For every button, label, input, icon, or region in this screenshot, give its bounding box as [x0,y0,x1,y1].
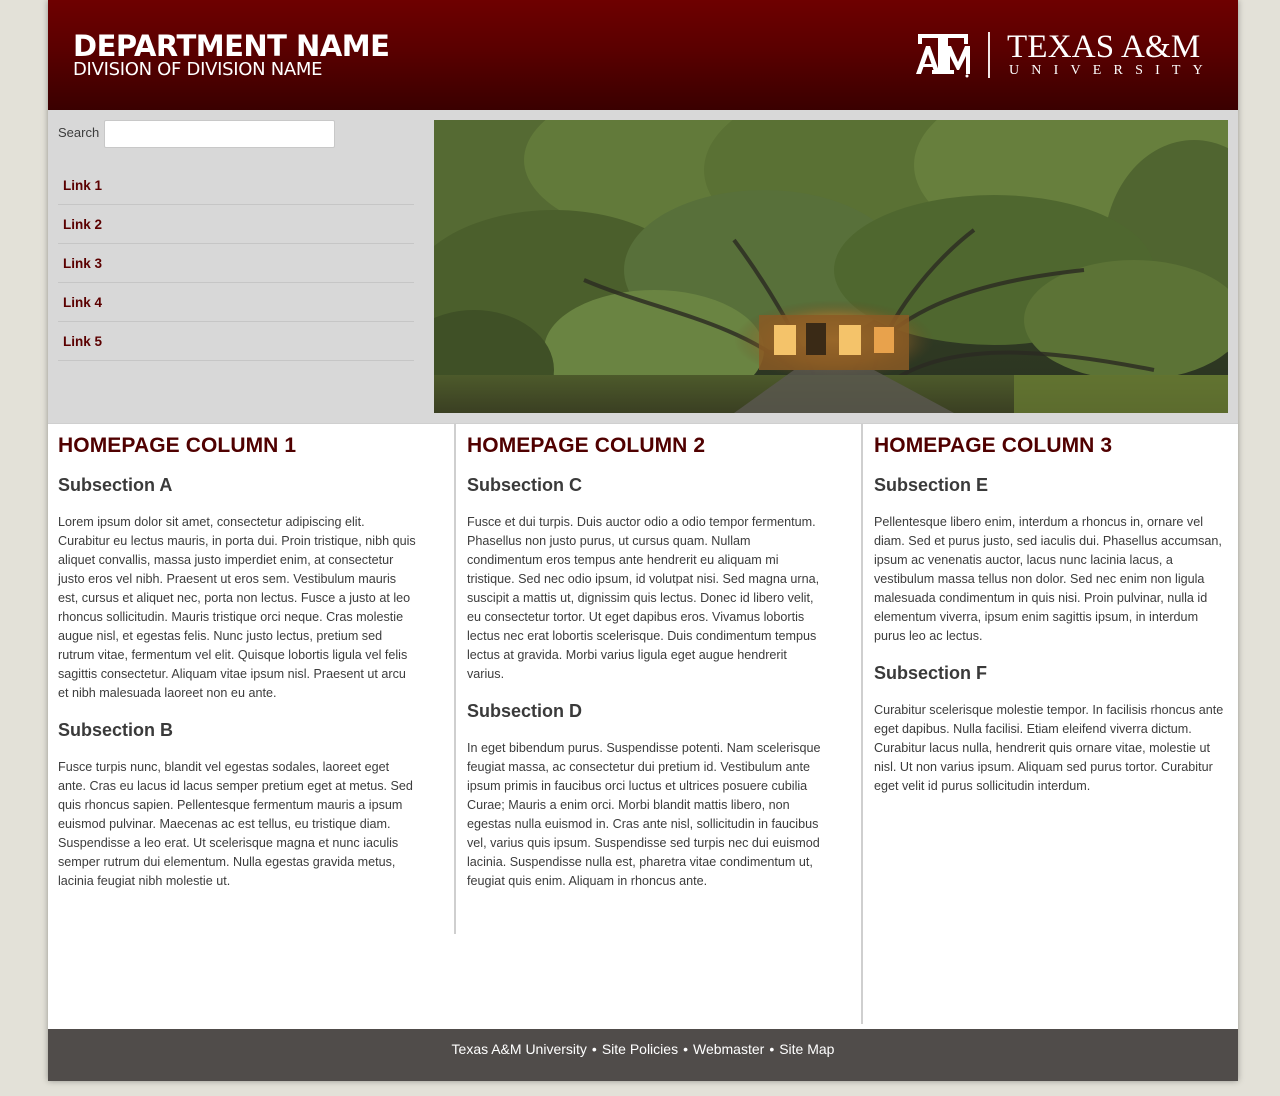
footer-separator: • [683,1041,688,1057]
division-name: DIVISION OF DIVISION NAME [73,59,323,80]
homepage-column-2: HOMEPAGE COLUMN 2 Subsection C Fusce et … [467,424,827,891]
search-label: Search [58,125,100,140]
banner-area: Search Link 1 Link 2 Link 3 Link 4 Link … [48,110,1238,424]
footer-separator: • [591,1041,597,1057]
footer-link-site-map[interactable]: Site Map [779,1041,834,1057]
page: DEPARTMENT NAME DIVISION OF DIVISION NAM… [48,0,1238,1081]
logo-divider [988,32,990,78]
footer-link-webmaster[interactable]: Webmaster [693,1041,764,1057]
hero-image [434,120,1228,413]
search-input[interactable] [104,120,335,148]
subsection-body: Fusce et dui turpis. Duis auctor odio a … [467,515,820,681]
column-title: HOMEPAGE COLUMN 3 [874,434,1113,457]
university-logo[interactable]: TEXAS A&M UNIVERSITY [916,30,1221,82]
subsection-body: Curabitur scelerisque molestie tempor. I… [874,703,1224,793]
nav-link[interactable]: Link 5 [63,334,102,349]
footer-link-site-policies[interactable]: Site Policies [602,1041,678,1057]
nav-link[interactable]: Link 3 [63,256,102,271]
nav-link[interactable]: Link 2 [63,217,102,232]
footer-link-university[interactable]: Texas A&M University [452,1041,587,1057]
nav-link[interactable]: Link 1 [63,178,102,193]
sidebar-item-link-4: Link 4 [58,283,414,322]
footer-separator: • [769,1041,775,1057]
subsection-heading: Subsection E [874,475,989,495]
nav-link[interactable]: Link 4 [63,295,102,310]
atm-logo-icon [916,34,970,78]
sidebar-item-link-3: Link 3 [58,244,414,283]
sidebar-item-link-2: Link 2 [58,205,414,244]
subsection-heading: Subsection C [467,475,583,495]
site-header: DEPARTMENT NAME DIVISION OF DIVISION NAM… [48,0,1238,110]
column-title: HOMEPAGE COLUMN 2 [467,434,706,457]
subsection-body: Fusce turpis nunc, blandit vel egestas s… [58,760,413,888]
subsection-body: Pellentesque libero enim, interdum a rho… [874,515,1222,643]
homepage-column-1: HOMEPAGE COLUMN 1 Subsection A Lorem ips… [58,424,416,891]
sidebar-nav: Link 1 Link 2 Link 3 Link 4 Link 5 [58,166,414,361]
sidebar-item-link-1: Link 1 [58,166,414,205]
sidebar-item-link-5: Link 5 [58,322,414,361]
subsection-heading: Subsection F [874,663,988,683]
department-name[interactable]: DEPARTMENT NAME [73,30,390,62]
subsection-body: In eget bibendum purus. Suspendisse pote… [467,741,821,888]
subsection-body: Lorem ipsum dolor sit amet, consectetur … [58,515,416,700]
logo-title: TEXAS A&M [1007,29,1201,65]
homepage-column-3: HOMEPAGE COLUMN 3 Subsection E Pellentes… [874,424,1224,796]
logo-subtitle: UNIVERSITY [1009,63,1215,78]
subsection-heading: Subsection B [58,720,174,740]
subsection-heading: Subsection A [58,475,173,495]
column-divider [454,424,456,934]
site-footer: Texas A&M University • Site Policies • W… [48,1029,1238,1081]
column-divider [861,424,863,1024]
column-title: HOMEPAGE COLUMN 1 [58,434,297,457]
subsection-heading: Subsection D [467,701,583,721]
